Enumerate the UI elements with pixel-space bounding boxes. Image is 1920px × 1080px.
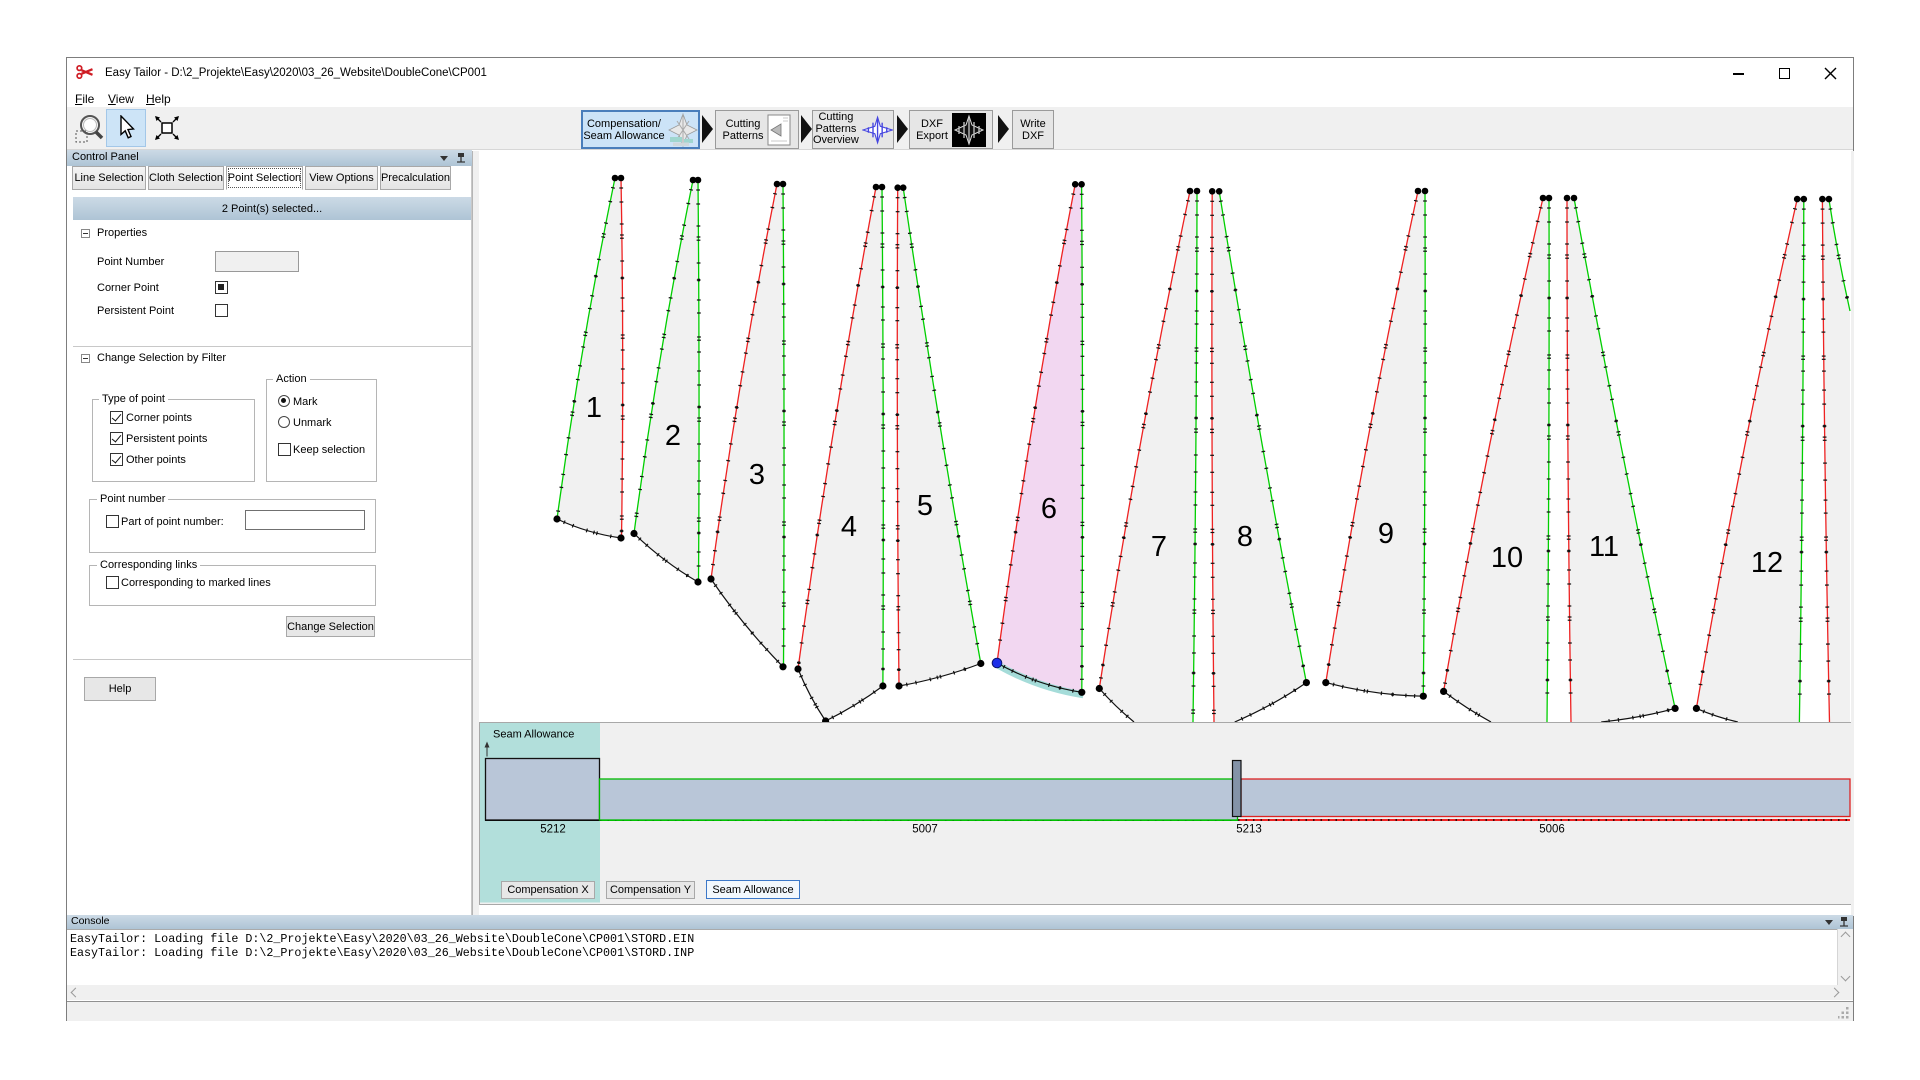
svg-text:5: 5: [917, 490, 933, 522]
svg-text:5007: 5007: [912, 824, 938, 836]
svg-text:8: 8: [1237, 521, 1253, 553]
svg-text:5006: 5006: [1539, 824, 1565, 836]
svg-text:7: 7: [1151, 531, 1167, 563]
svg-text:2: 2: [665, 420, 681, 452]
svg-text:6: 6: [1041, 493, 1057, 525]
svg-text:12: 12: [1751, 547, 1783, 579]
svg-text:Seam Allowance: Seam Allowance: [493, 729, 574, 741]
svg-text:4: 4: [841, 511, 857, 543]
svg-text:10: 10: [1491, 542, 1523, 574]
svg-text:1: 1: [586, 392, 602, 424]
svg-text:3: 3: [749, 459, 765, 491]
svg-text:5213: 5213: [1236, 824, 1262, 836]
svg-text:9: 9: [1378, 518, 1394, 550]
svg-text:5212: 5212: [540, 824, 566, 836]
svg-text:11: 11: [1589, 531, 1619, 563]
